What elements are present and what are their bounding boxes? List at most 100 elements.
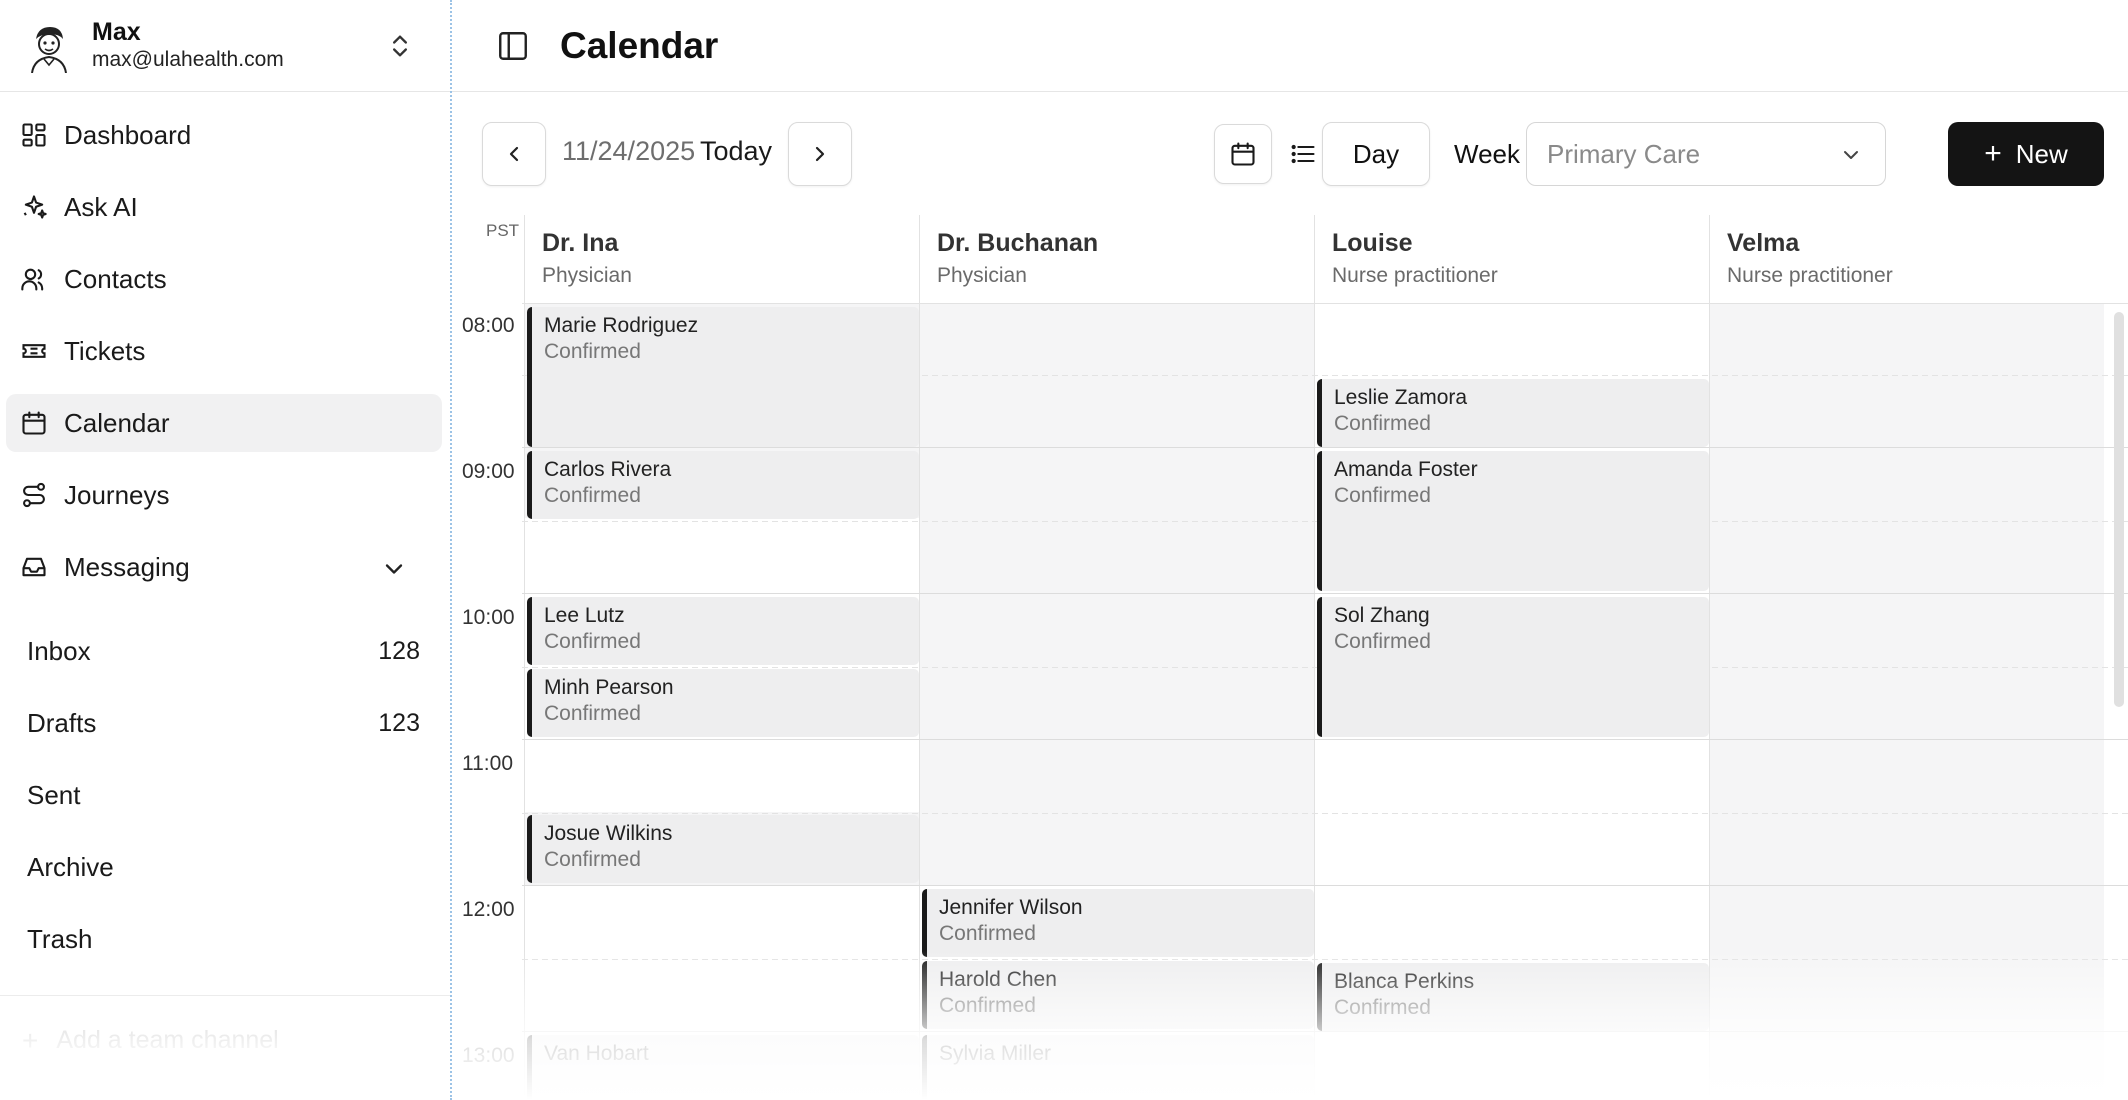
event-patient: Sol Zhang [1334, 604, 1430, 627]
provider-header-dr-buchanan: Dr. Buchanan Physician [919, 215, 1314, 303]
folder-sent[interactable]: Sent [8, 766, 442, 824]
folder-trash[interactable]: Trash [8, 910, 442, 968]
event-status: Confirmed [939, 922, 1036, 945]
event-patient: Amanda Foster [1334, 458, 1478, 481]
event-patient: Harold Chen [939, 968, 1057, 991]
time-label: 11:00 [462, 752, 513, 775]
day-view-tab[interactable]: Day [1322, 122, 1430, 186]
calendar-view-button[interactable] [1214, 124, 1272, 184]
appointment-event[interactable]: Jennifer Wilson Confirmed [922, 889, 1314, 957]
column-free-slot[interactable] [524, 738, 919, 812]
event-status: Confirmed [1334, 996, 1431, 1019]
appointment-event[interactable]: Sol Zhang Confirmed [1317, 597, 1709, 737]
column-free-slot[interactable] [1314, 738, 1709, 958]
time-label: 12:00 [462, 898, 515, 921]
appointment-event[interactable]: Sylvia Miller [922, 1035, 1314, 1100]
hour-line [522, 593, 2128, 594]
appointment-event[interactable]: Minh Pearson Confirmed [527, 669, 919, 737]
nav-ask-ai-label: Ask AI [64, 191, 138, 222]
half-hour-line [522, 959, 2128, 960]
appointment-event[interactable]: Leslie Zamora Confirmed [1317, 379, 1709, 447]
folder-drafts[interactable]: Drafts 123 [8, 694, 442, 752]
calendar-icon [1231, 142, 1255, 166]
vertical-scrollbar[interactable] [2114, 312, 2124, 707]
new-button-label: New [2015, 138, 2068, 169]
calendar-grid: PST 08:00 09:00 10:00 11:00 12:00 13:00 … [452, 215, 2128, 1100]
list-icon [1291, 144, 1315, 164]
inbox-icon [22, 557, 46, 577]
event-patient: Blanca Perkins [1334, 970, 1475, 993]
department-select[interactable]: Primary Care [1526, 122, 1886, 186]
folder-inbox[interactable]: Inbox 128 [8, 622, 442, 680]
appointment-event[interactable]: Josue Wilkins Confirmed [527, 815, 919, 883]
provider-role: Nurse practitioner [1727, 264, 1893, 287]
grid-line [524, 215, 525, 1100]
event-status: Confirmed [1334, 412, 1431, 435]
event-status: Confirmed [1334, 630, 1431, 653]
nav-messaging[interactable]: Messaging [6, 538, 442, 596]
chevron-down-icon [1844, 151, 1858, 159]
appointment-event[interactable]: Van Hobart [527, 1035, 919, 1100]
nav-calendar-label: Calendar [64, 407, 170, 438]
event-status: Confirmed [544, 484, 641, 507]
nav-ask-ai[interactable]: Ask AI [6, 178, 442, 236]
nav-contacts[interactable]: Contacts [6, 250, 442, 308]
folder-trash-label: Trash [27, 923, 93, 954]
event-patient: Minh Pearson [544, 676, 674, 699]
appointment-event[interactable]: Marie Rodriguez Confirmed [527, 307, 919, 447]
time-label: 10:00 [462, 606, 515, 629]
plus-icon: + [1984, 137, 2002, 170]
hour-line [522, 447, 2128, 448]
today-button[interactable]: Today [700, 136, 772, 167]
users-icon [21, 268, 44, 291]
nav-tickets[interactable]: Tickets [6, 322, 442, 380]
appointment-event[interactable]: Blanca Perkins Confirmed [1317, 963, 1709, 1031]
folder-archive[interactable]: Archive [8, 838, 442, 896]
folder-archive-label: Archive [27, 851, 114, 882]
add-team-channel-label: Add a team channel [56, 1026, 279, 1054]
hour-line [522, 1031, 2128, 1032]
column-velma[interactable] [1709, 303, 2104, 1100]
header: Calendar [452, 0, 2128, 92]
appointment-event[interactable]: Lee Lutz Confirmed [527, 597, 919, 665]
grid-line [919, 215, 920, 1100]
nav-journeys[interactable]: Journeys [6, 466, 442, 524]
provider-name: Louise [1332, 229, 1413, 257]
folder-sent-label: Sent [27, 779, 81, 810]
event-patient: Josue Wilkins [544, 822, 673, 845]
main-nav: Dashboard Ask AI Contacts Tickets Calend… [0, 106, 450, 596]
provider-role: Physician [937, 264, 1027, 287]
next-day-button[interactable] [788, 122, 852, 186]
sparkles-icon [23, 195, 47, 219]
nav-calendar[interactable]: Calendar [6, 394, 442, 452]
new-appointment-button[interactable]: + New [1948, 122, 2104, 186]
event-status: Confirmed [939, 994, 1036, 1017]
account-switcher[interactable]: Max max@ulahealth.com [0, 0, 450, 92]
nav-contacts-label: Contacts [64, 263, 167, 294]
current-date[interactable]: 11/24/2025 [562, 136, 695, 167]
chevron-down-icon[interactable] [380, 555, 408, 583]
appointment-event[interactable]: Amanda Foster Confirmed [1317, 451, 1709, 591]
provider-role: Nurse practitioner [1332, 264, 1498, 287]
nav-journeys-label: Journeys [64, 479, 170, 510]
folder-inbox-count: 128 [378, 636, 420, 665]
half-hour-line [522, 813, 2128, 814]
nav-dashboard-label: Dashboard [64, 119, 192, 150]
nav-dashboard[interactable]: Dashboard [6, 106, 442, 164]
previous-day-button[interactable] [482, 122, 546, 186]
appointment-event[interactable]: Harold Chen Confirmed [922, 961, 1314, 1029]
dashboard-icon [22, 123, 46, 147]
sidebar-toggle-icon[interactable] [496, 29, 530, 63]
add-team-channel-button[interactable]: + Add a team channel [0, 995, 450, 1085]
provider-header-velma: Velma Nurse practitioner [1709, 215, 2104, 303]
plus-icon: + [22, 1024, 39, 1056]
event-patient: Van Hobart [544, 1042, 649, 1065]
provider-header-dr-ina: Dr. Ina Physician [524, 215, 919, 303]
calendar-icon [22, 411, 46, 435]
department-select-value: Primary Care [1547, 138, 1701, 169]
sidebar: Max max@ulahealth.com Dashboard Ask AI C… [0, 0, 452, 1100]
appointment-event[interactable]: Carlos Rivera Confirmed [527, 451, 919, 519]
event-status: Confirmed [544, 702, 641, 725]
main-content: Calendar 11/24/2025 Today Day Week Prima… [452, 0, 2128, 1100]
event-patient: Jennifer Wilson [939, 896, 1083, 919]
